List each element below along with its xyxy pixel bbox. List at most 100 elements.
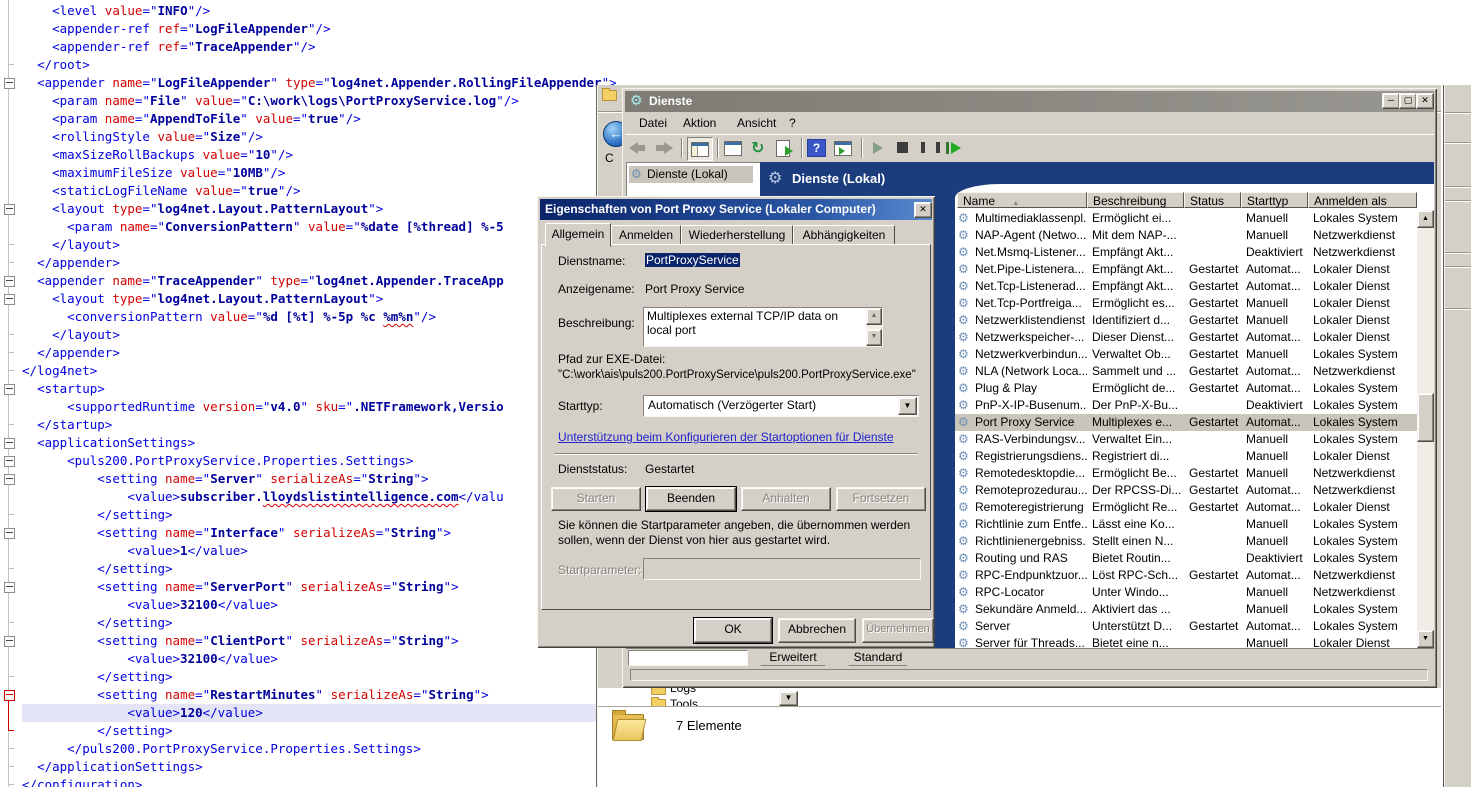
tab-erweitert[interactable]: Erweitert	[750, 649, 836, 666]
show-window-button[interactable]	[833, 139, 853, 157]
column-header-anmelden[interactable]: Anmelden als	[1308, 192, 1417, 208]
code-line[interactable]: </setting>	[22, 614, 596, 632]
table-row[interactable]: ⚙NAP-Agent (Netwo...Mit dem NAP-...Manue…	[955, 227, 1417, 244]
close-button[interactable]: ✕	[1416, 93, 1434, 109]
code-line[interactable]: <setting name="Interface" serializeAs="S…	[22, 524, 596, 542]
code-line[interactable]: <setting name="RestartMinutes" serialize…	[22, 686, 596, 704]
code-line[interactable]: <applicationSettings>	[22, 434, 596, 452]
code-line[interactable]: <rollingStyle value="Size"/>	[22, 128, 596, 146]
menu-hilfe[interactable]: ?	[789, 116, 796, 130]
code-line[interactable]: <param name="AppendToFile" value="true"/…	[22, 110, 596, 128]
code-line[interactable]: <setting name="ClientPort" serializeAs="…	[22, 632, 596, 650]
code-line[interactable]: <puls200.PortProxyService.Properties.Set…	[22, 452, 596, 470]
tree-item-dienste-lokal[interactable]: ⚙ Dienste (Lokal)	[629, 166, 753, 183]
code-line[interactable]: </layout>	[22, 236, 596, 254]
maximize-button[interactable]: ▢	[1399, 93, 1417, 109]
table-row[interactable]: ⚙Richtlinie zum Entfe...Lässt eine Ko...…	[955, 516, 1417, 533]
fold-marker[interactable]	[4, 456, 15, 467]
table-row[interactable]: ⚙RPC-LocatorUnter Windo...ManuellNetzwer…	[955, 584, 1417, 601]
code-line[interactable]: <value>subscriber.lloydslistintelligence…	[22, 488, 596, 506]
code-line[interactable]: <conversionPattern value="%d [%t] %-5p %…	[22, 308, 596, 326]
code-line[interactable]: <value>32100</value>	[22, 650, 596, 668]
table-row[interactable]: ⚙Plug & PlayErmöglicht de...GestartetAut…	[955, 380, 1417, 397]
table-row[interactable]: ⚙Multimediaklassenpl...Ermöglicht ei...M…	[955, 210, 1417, 227]
fold-marker[interactable]	[4, 294, 15, 305]
code-line[interactable]: <staticLogFileName value="true"/>	[22, 182, 596, 200]
code-line[interactable]: <maximumFileSize value="10MB"/>	[22, 164, 596, 182]
help-button[interactable]: ?	[807, 139, 826, 157]
menu-ansicht[interactable]: Ansicht	[737, 116, 776, 130]
fold-gutter[interactable]	[0, 0, 22, 787]
show-console-tree-button[interactable]	[687, 137, 713, 161]
dialog-close-button[interactable]: ✕	[914, 202, 932, 218]
scroll-down-button[interactable]: ▼	[1417, 630, 1434, 648]
column-header-beschreibung[interactable]: Beschreibung	[1087, 192, 1184, 208]
fold-marker[interactable]	[4, 438, 15, 449]
dialog-tab-wiederherstellung[interactable]: Wiederherstellung	[681, 225, 793, 246]
dialog-tab-abhaengigkeiten[interactable]: Abhängigkeiten	[793, 225, 895, 246]
bottom-left-box[interactable]	[628, 650, 748, 666]
restart-service-button[interactable]	[945, 139, 965, 157]
minimize-button[interactable]: ─	[1382, 93, 1400, 109]
code-line[interactable]: <value>120</value>	[22, 704, 596, 722]
code-line[interactable]: </log4net>	[22, 362, 596, 380]
code-line[interactable]: </appender>	[22, 344, 596, 362]
table-row[interactable]: ⚙Sekundäre Anmeld...Aktiviert das ...Man…	[955, 601, 1417, 618]
forward-button[interactable]	[655, 139, 675, 157]
code-line[interactable]: <setting name="ServerPort" serializeAs="…	[22, 578, 596, 596]
code-line[interactable]: </configuration>	[22, 776, 596, 787]
dialog-tab-allgemein[interactable]: Allgemein	[545, 223, 611, 247]
column-header-starttyp[interactable]: Starttyp	[1241, 192, 1308, 208]
code-line[interactable]: </setting>	[22, 560, 596, 578]
fold-marker[interactable]	[4, 204, 15, 215]
table-row[interactable]: ⚙NetzwerklistendienstIdentifiziert d...G…	[955, 312, 1417, 329]
startparameter-input[interactable]	[643, 558, 921, 580]
code-line[interactable]: </root>	[22, 56, 596, 74]
code-line[interactable]: <maxSizeRollBackups value="10"/>	[22, 146, 596, 164]
ok-button[interactable]: OK	[694, 618, 772, 643]
fold-marker[interactable]	[4, 276, 15, 287]
table-row[interactable]: ⚙Net.Msmq-Listener...Empfängt Akt...Deak…	[955, 244, 1417, 261]
scroll-up-button[interactable]: ▲	[1417, 210, 1434, 228]
abbrechen-button[interactable]: Abbrechen	[778, 618, 856, 643]
code-line[interactable]: </puls200.PortProxyService.Properties.Se…	[22, 740, 596, 758]
startoptions-help-link[interactable]: Unterstützung beim Konfigurieren der Sta…	[558, 430, 894, 444]
table-row[interactable]: ⚙Routing und RASBietet Routin...Deaktivi…	[955, 550, 1417, 567]
table-row[interactable]: ⚙Netzwerkspeicher-...Dieser Dienst...Ges…	[955, 329, 1417, 346]
scroll-thumb[interactable]	[1417, 393, 1434, 442]
textbox-scroll-up[interactable]: ▲	[866, 308, 882, 325]
code-line[interactable]: </startup>	[22, 416, 596, 434]
dialog-tab-anmelden[interactable]: Anmelden	[611, 225, 681, 246]
column-header-status[interactable]: Status	[1184, 192, 1241, 208]
code-line[interactable]: <layout type="log4net.Layout.PatternLayo…	[22, 200, 596, 218]
code-line[interactable]: </setting>	[22, 668, 596, 686]
code-line[interactable]: <appender-ref ref="LogFileAppender"/>	[22, 20, 596, 38]
properties-button[interactable]	[723, 139, 743, 157]
table-row[interactable]: ⚙Netzwerkverbindun...Verwaltet Ob...Gest…	[955, 346, 1417, 363]
textbox-scroll-down[interactable]: ▼	[866, 329, 882, 346]
table-row[interactable]: ⚙NLA (Network Loca...Sammelt und ...Gest…	[955, 363, 1417, 380]
table-row[interactable]: ⚙Net.Tcp-Listenerad...Empfängt Akt...Ges…	[955, 278, 1417, 295]
fortsetzen-button[interactable]: Fortsetzen	[836, 487, 926, 511]
table-row[interactable]: ⚙RPC-Endpunktzuor...Löst RPC-Sch...Gesta…	[955, 567, 1417, 584]
code-line[interactable]: <param name="ConversionPattern" value="%…	[22, 218, 596, 236]
value-dienstname[interactable]: PortProxyService	[645, 253, 740, 267]
code-line[interactable]: </appender>	[22, 254, 596, 272]
code-line[interactable]: </applicationSettings>	[22, 758, 596, 776]
folder-item-label[interactable]: Logs	[670, 688, 696, 695]
dialog-titlebar[interactable]: Eigenschaften von Port Proxy Service (Lo…	[540, 199, 932, 220]
menu-datei[interactable]: Datei	[639, 116, 667, 130]
code-line[interactable]: <param name="File" value="C:\work\logs\P…	[22, 92, 596, 110]
code-line[interactable]: </setting>	[22, 506, 596, 524]
code-line[interactable]: <value>1</value>	[22, 542, 596, 560]
code-line[interactable]: <appender name="TraceAppender" type="log…	[22, 272, 596, 290]
table-row[interactable]: ⚙ServerUnterstützt D...GestartetAutomat.…	[955, 618, 1417, 635]
table-row[interactable]: ⚙Net.Tcp-Portfreiga...Ermöglicht es...Ge…	[955, 295, 1417, 312]
tab-standard[interactable]: Standard	[838, 649, 918, 666]
code-line[interactable]: <level value="INFO"/>	[22, 2, 596, 20]
folder-item-label[interactable]: Tools	[670, 697, 698, 706]
beenden-button[interactable]: Beenden	[646, 487, 736, 511]
services-titlebar[interactable]: ⚙ Dienste ─ ▢ ✕	[625, 91, 1434, 112]
combo-dropdown-button[interactable]: ▼	[779, 691, 798, 706]
code-line[interactable]: <setting name="Server" serializeAs="Stri…	[22, 470, 596, 488]
